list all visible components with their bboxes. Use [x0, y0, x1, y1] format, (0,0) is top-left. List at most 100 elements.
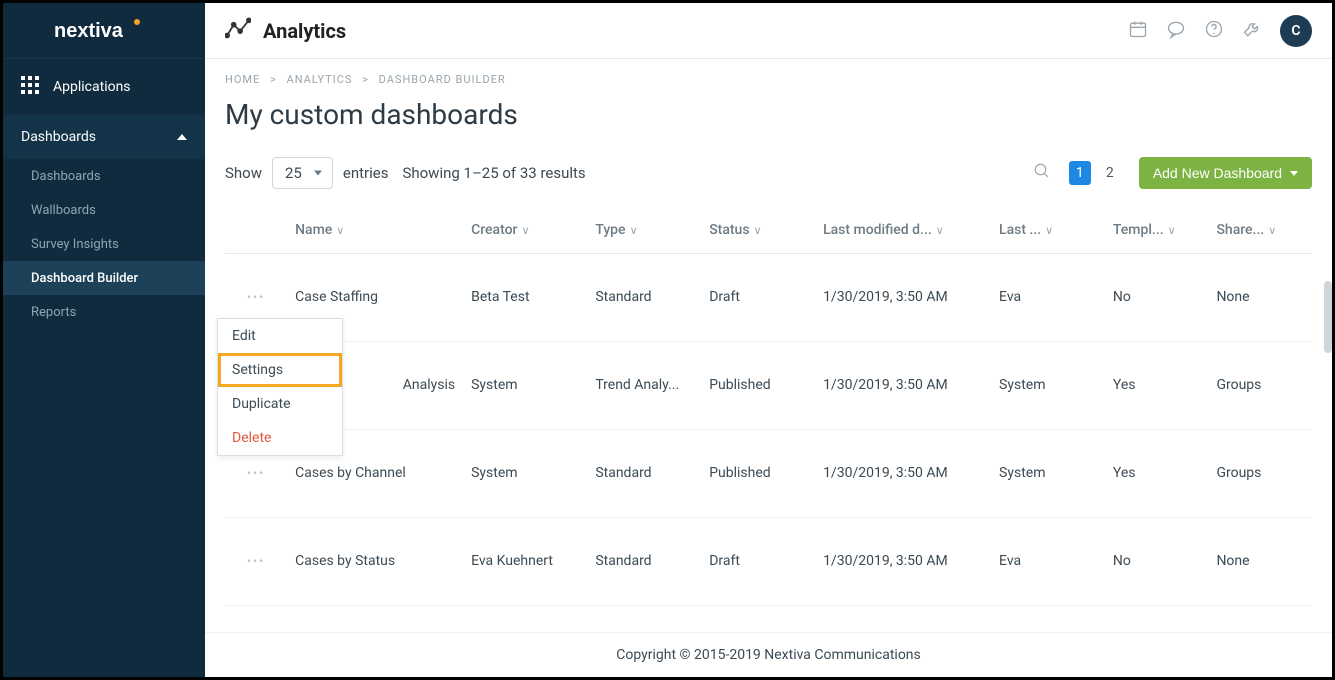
table-row: ••• Analysis System Trend Analy... Publi…	[225, 341, 1312, 429]
show-label: Show	[225, 164, 262, 182]
sidebar-item-dashboard-builder[interactable]: Dashboard Builder	[3, 261, 205, 295]
calendar-icon[interactable]	[1128, 19, 1148, 43]
breadcrumb-sep: >	[362, 73, 369, 86]
topbar: Analytics C	[205, 3, 1332, 59]
col-label: Last ...	[999, 222, 1041, 238]
search-icon[interactable]	[1033, 162, 1051, 184]
page-body: My custom dashboards Show 25 entries Sho…	[205, 86, 1332, 632]
page-2[interactable]: 2	[1099, 161, 1121, 185]
col-last-by[interactable]: Last ...∨	[991, 207, 1105, 253]
breadcrumb-item[interactable]: HOME	[225, 73, 260, 86]
footer: Copyright © 2015-2019 Nextiva Communicat…	[205, 632, 1332, 677]
menu-delete[interactable]: Delete	[218, 421, 342, 455]
row-actions-icon[interactable]: •••	[247, 290, 265, 304]
cell-shared: Groups	[1208, 341, 1312, 429]
cell-template: Yes	[1105, 429, 1209, 517]
col-shared[interactable]: Share... ∨	[1208, 207, 1312, 253]
chevron-up-icon	[177, 134, 187, 140]
table-row: ••• Cases by Channel System Standard Pub…	[225, 429, 1312, 517]
sidebar-item-survey-insights[interactable]: Survey Insights	[3, 227, 205, 261]
cell-creator: System	[463, 341, 587, 429]
breadcrumb: HOME > ANALYTICS > DASHBOARD BUILDER	[205, 59, 1332, 86]
cell-modified: 1/30/2019, 3:50 AM	[815, 253, 991, 341]
sidebar-item-label: Survey Insights	[31, 237, 119, 252]
cell-type: Standard	[587, 253, 701, 341]
menu-edit[interactable]: Edit	[218, 319, 342, 353]
breadcrumb-item[interactable]: ANALYTICS	[287, 73, 353, 86]
col-label: Name	[295, 222, 332, 238]
results-text: Showing 1–25 of 33 results	[402, 164, 585, 182]
cell-by: Eva	[991, 253, 1105, 341]
add-dashboard-label: Add New Dashboard	[1153, 165, 1282, 181]
sidebar-item-reports[interactable]: Reports	[3, 295, 205, 329]
col-last-modified[interactable]: Last modified d... ∨	[815, 207, 991, 253]
cell-shared: None	[1208, 517, 1312, 605]
sidebar: nextiva Applications Dashboards Dashboar…	[3, 3, 205, 677]
row-actions-icon[interactable]: •••	[247, 554, 265, 568]
pager: 1 2	[1069, 161, 1121, 185]
col-template[interactable]: Templ...∨	[1105, 207, 1209, 253]
cell-creator: System	[463, 429, 587, 517]
breadcrumb-sep: >	[270, 73, 277, 86]
menu-settings[interactable]: Settings	[218, 353, 342, 387]
page-title-header: Analytics	[263, 19, 346, 43]
entries-select[interactable]: 25	[272, 157, 333, 189]
sidebar-item-dashboards[interactable]: Dashboards	[3, 159, 205, 193]
add-dashboard-button[interactable]: Add New Dashboard	[1139, 157, 1312, 189]
col-creator[interactable]: Creator∨	[463, 207, 587, 253]
caret-down-icon	[1290, 171, 1298, 176]
menu-duplicate[interactable]: Duplicate	[218, 387, 342, 421]
sort-icon: ∨	[1268, 224, 1276, 237]
col-label: Share...	[1216, 222, 1264, 238]
cell-modified: 1/30/2019, 3:50 AM	[815, 517, 991, 605]
scrollbar-thumb[interactable]	[1324, 281, 1332, 353]
col-status[interactable]: Status∨	[701, 207, 815, 253]
cell-by: System	[991, 341, 1105, 429]
sidebar-applications[interactable]: Applications	[3, 59, 205, 115]
sidebar-item-label: Dashboard Builder	[31, 271, 138, 286]
help-icon[interactable]	[1204, 19, 1224, 43]
sort-icon: ∨	[522, 224, 530, 237]
table-row: ••• Case Staffing Beta Test Standard Dra…	[225, 253, 1312, 341]
sidebar-item-wallboards[interactable]: Wallboards	[3, 193, 205, 227]
apps-grid-icon	[21, 76, 39, 98]
brand-logo[interactable]: nextiva	[3, 3, 205, 59]
table-row: ••• Cases by Status Eva Kuehnert Standar…	[225, 517, 1312, 605]
sort-icon: ∨	[630, 224, 638, 237]
chat-icon[interactable]	[1166, 19, 1186, 43]
sidebar-section-dashboards[interactable]: Dashboards	[3, 115, 205, 159]
cell-status: Draft	[701, 253, 815, 341]
cell-type: Standard	[587, 429, 701, 517]
cell-by: System	[991, 429, 1105, 517]
sidebar-item-label: Dashboards	[31, 169, 101, 184]
cell-template: No	[1105, 517, 1209, 605]
sort-icon: ∨	[936, 224, 944, 237]
page-1[interactable]: 1	[1069, 161, 1091, 185]
row-context-menu: Edit Settings Duplicate Delete	[217, 318, 343, 456]
cell-modified: 1/30/2019, 3:50 AM	[815, 429, 991, 517]
col-label: Status	[709, 222, 749, 238]
col-type[interactable]: Type ∨	[587, 207, 701, 253]
cell-template: No	[1105, 253, 1209, 341]
sort-icon: ∨	[336, 224, 344, 237]
sidebar-item-label: Reports	[31, 305, 76, 320]
col-name[interactable]: Name ∨	[287, 207, 463, 253]
wrench-icon[interactable]	[1242, 19, 1262, 43]
cell-type: Standard	[587, 517, 701, 605]
cell-type: Trend Analy...	[587, 341, 701, 429]
dashboards-table: Name∨ Creator∨ Type∨ Status∨ Last modifi…	[225, 207, 1312, 606]
main: Analytics C HOME > ANALYTICS > DASHBOARD…	[205, 3, 1332, 677]
cell-by: Eva	[991, 517, 1105, 605]
sidebar-item-label: Wallboards	[31, 203, 96, 218]
row-actions-icon[interactable]: •••	[247, 466, 265, 480]
controls: Show 25 entries Showing 1–25 of 33 resul…	[225, 157, 1312, 189]
breadcrumb-item[interactable]: DASHBOARD BUILDER	[379, 73, 506, 86]
cell-shared: Groups	[1208, 429, 1312, 517]
cell-modified: 1/30/2019, 3:50 AM	[815, 341, 991, 429]
col-label: Type	[595, 222, 625, 238]
entries-label: entries	[343, 164, 389, 182]
sort-icon: ∨	[1168, 224, 1176, 237]
avatar[interactable]: C	[1280, 15, 1312, 47]
cell-template: Yes	[1105, 341, 1209, 429]
col-label: Last modified d...	[823, 222, 932, 238]
